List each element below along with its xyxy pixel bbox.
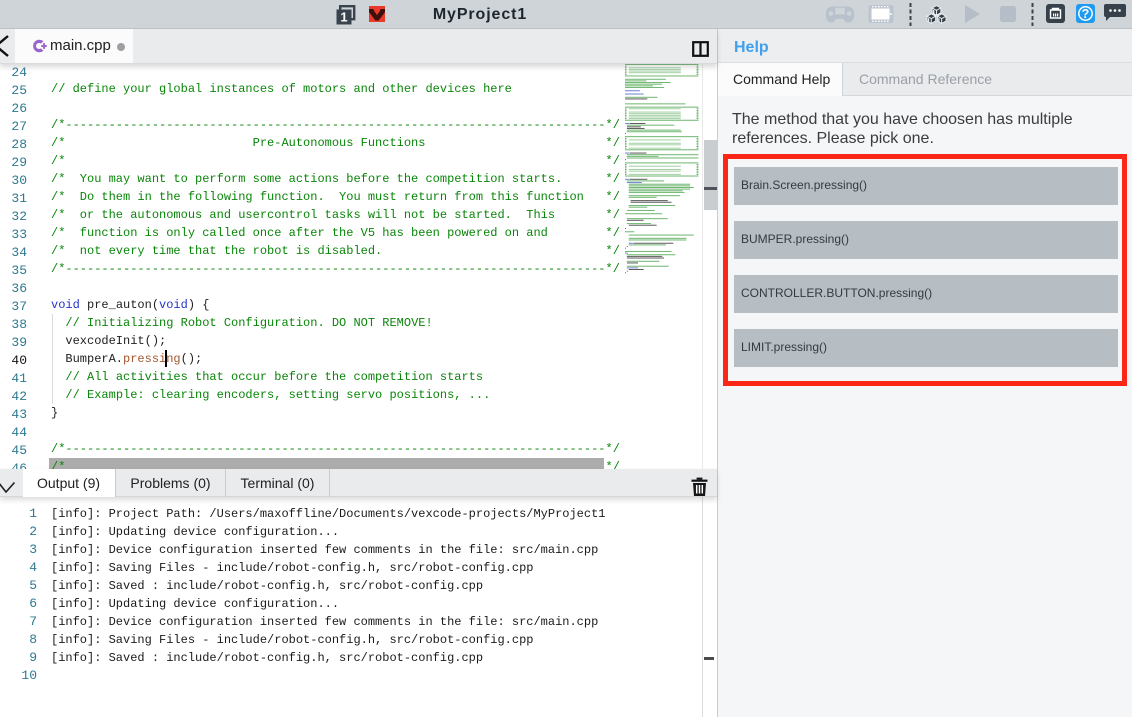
svg-text:?: ? [1082,7,1090,21]
svg-text:1: 1 [340,10,347,25]
